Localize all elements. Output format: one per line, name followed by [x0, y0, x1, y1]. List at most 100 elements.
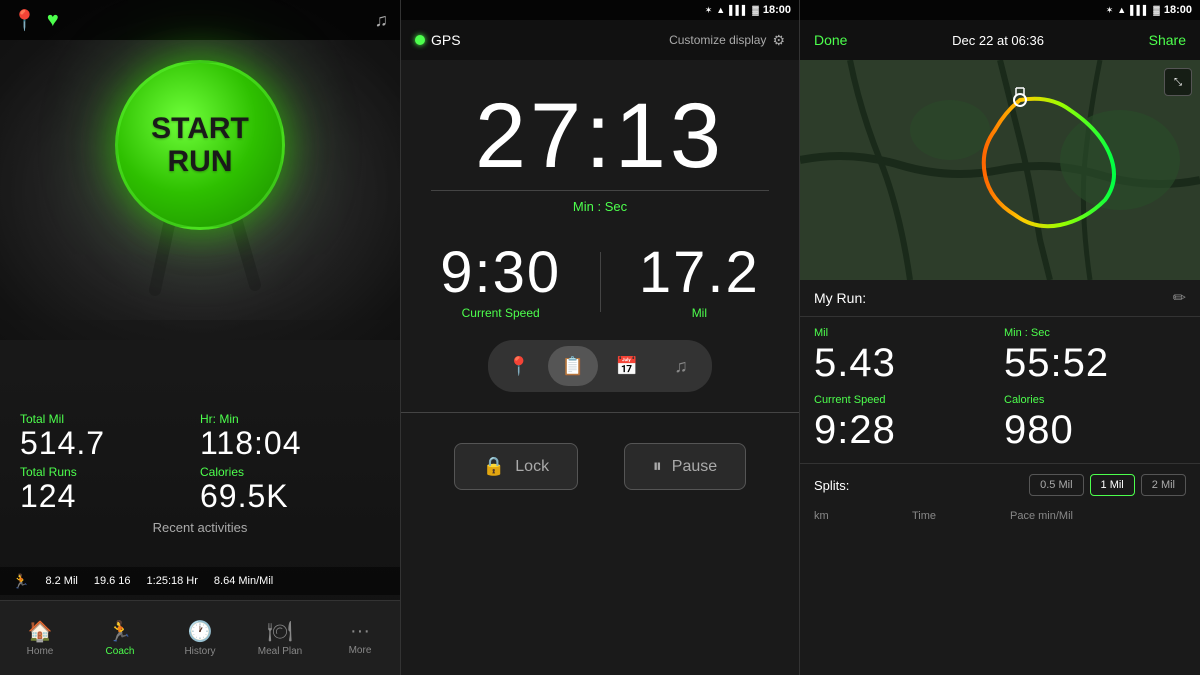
run-calories-value: 980: [1004, 408, 1186, 453]
pause-icon: ⏸: [653, 456, 662, 477]
start-run-label-line1: START: [151, 112, 249, 145]
calories-value: 69.5K: [200, 479, 380, 514]
map-expand-button[interactable]: ⤡: [1164, 68, 1192, 96]
nav-history[interactable]: 🕐 History: [160, 601, 240, 675]
pause-label: Pause: [672, 458, 717, 476]
stats-divider: [600, 252, 601, 312]
nav-coach[interactable]: 🏃 Coach: [80, 601, 160, 675]
total-runs-label: Total Runs: [20, 465, 200, 479]
total-mil-label: Total Mil: [20, 412, 200, 426]
battery-icon-2: ▓: [752, 5, 759, 15]
start-run-label-line2: RUN: [168, 145, 233, 178]
heart-icon[interactable]: ♥: [47, 9, 59, 32]
timer-sublabel: Min : Sec: [411, 199, 789, 214]
meal-icon: 🍽: [267, 619, 292, 644]
nav-history-label: History: [184, 646, 215, 657]
start-run-button[interactable]: START RUN: [115, 60, 285, 230]
customize-display-button[interactable]: Customize display ⚙: [669, 32, 785, 49]
run-map[interactable]: ⤡: [800, 60, 1200, 280]
my-run-section: My Run: ✏: [800, 280, 1200, 317]
hr-min-value: 118:04: [200, 426, 380, 461]
total-runs-item: Total Runs 124: [20, 465, 200, 514]
splits-row: Splits: 0.5 Mil 1 Mil 2 Mil: [800, 464, 1200, 506]
run-calories-label: Calories: [1004, 394, 1186, 406]
splits-col-pace: Pace min/Mil: [1010, 510, 1186, 522]
hr-min-label: Hr: Min: [200, 412, 380, 426]
route-svg: [800, 60, 1200, 280]
bluetooth-icon-3: ✶: [1106, 5, 1114, 16]
my-run-label: My Run:: [814, 290, 1173, 306]
calories-item: Calories 69.5K: [200, 465, 380, 514]
status-bar-3: ✶ ▲ ▌▌▌ ▓ 18:00: [800, 0, 1200, 20]
bottom-nav: 🏠 Home 🏃 Coach 🕐 History 🍽 Meal Plan ···…: [0, 600, 400, 675]
split-options: 0.5 Mil 1 Mil 2 Mil: [1029, 474, 1186, 496]
header-left: 📍 ♥: [12, 8, 59, 33]
split-0.5-button[interactable]: 0.5 Mil: [1029, 474, 1083, 496]
nav-meal-label: Meal Plan: [258, 646, 302, 657]
run-calories-stat: Calories 980: [1004, 394, 1186, 453]
speed-label: Current Speed: [440, 306, 561, 320]
mid-stats: 9:30 Current Speed 17.2 Mil: [401, 244, 799, 320]
panel2-divider: [401, 412, 799, 413]
gear-icon: ⚙: [772, 32, 785, 49]
recent-item-0: 8.2 Mil: [45, 575, 77, 587]
customize-label: Customize display: [669, 33, 766, 47]
location-icon[interactable]: 📍: [12, 8, 37, 33]
run-mil-label: Mil: [814, 327, 996, 339]
edit-icon[interactable]: ✏: [1173, 288, 1186, 308]
recent-activities-label: Recent activities: [20, 520, 380, 535]
wifi-icon-2: ▲: [716, 5, 725, 15]
gps-label: GPS: [431, 32, 461, 48]
more-icon: ···: [350, 620, 370, 643]
splits-col-km: km: [814, 510, 902, 522]
total-mil-item: Total Mil 514.7: [20, 412, 200, 461]
lock-button[interactable]: 🔒 Lock: [454, 443, 578, 490]
distance-value: 17.2: [639, 244, 760, 302]
run-speed-stat: Current Speed 9:28: [814, 394, 996, 453]
nav-home[interactable]: 🏠 Home: [0, 601, 80, 675]
signal-icon-3: ▌▌▌: [1130, 5, 1149, 15]
tab-music[interactable]: ♫: [656, 346, 706, 386]
share-button[interactable]: Share: [1149, 32, 1186, 48]
nav-more[interactable]: ··· More: [320, 601, 400, 675]
history-icon: 🕐: [188, 619, 213, 644]
activity-icon: 🏃: [12, 573, 29, 590]
panel3-header: Done Dec 22 at 06:36 Share: [800, 20, 1200, 60]
done-button[interactable]: Done: [814, 32, 847, 48]
distance-label: Mil: [639, 306, 760, 320]
expand-icon: ⤡: [1174, 77, 1182, 88]
run-speed-value: 9:28: [814, 408, 996, 453]
run-date: Dec 22 at 06:36: [952, 33, 1044, 48]
tab-stats[interactable]: 📋: [548, 346, 598, 386]
run-mil-stat: Mil 5.43: [814, 327, 996, 386]
run-mil-value: 5.43: [814, 341, 996, 386]
nav-meal-plan[interactable]: 🍽 Meal Plan: [240, 601, 320, 675]
status-time-3: 18:00: [1164, 4, 1192, 16]
splits-col-time: Time: [912, 510, 1000, 522]
lock-icon: 🔒: [483, 456, 505, 477]
tab-calendar[interactable]: 📅: [602, 346, 652, 386]
run-stats-grid: Mil 5.43 Min : Sec 55:52 Current Speed 9…: [800, 317, 1200, 464]
speed-stat: 9:30 Current Speed: [440, 244, 561, 320]
panel1-header: 📍 ♥ ♫: [0, 0, 400, 40]
home-icon: 🏠: [28, 619, 53, 644]
bluetooth-icon-2: ✶: [705, 5, 713, 16]
music-icon[interactable]: ♫: [375, 10, 389, 31]
panel2-actions: 🔒 Lock ⏸ Pause: [401, 423, 799, 510]
splits-table-header: km Time Pace min/Mil: [800, 506, 1200, 526]
gps-indicator: GPS: [415, 32, 461, 48]
distance-stat: 17.2 Mil: [639, 244, 760, 320]
big-timer: 27:13 Min : Sec: [401, 60, 799, 244]
stats-row-labels-1: Total Mil 514.7 Hr: Min 118:04: [20, 412, 380, 461]
lock-label: Lock: [515, 458, 549, 476]
split-2-button[interactable]: 2 Mil: [1141, 474, 1186, 496]
splits-label: Splits:: [814, 478, 849, 493]
pause-button[interactable]: ⏸ Pause: [624, 443, 746, 490]
tab-location[interactable]: 📍: [494, 346, 544, 386]
coach-icon: 🏃: [108, 619, 133, 644]
battery-icon-3: ▓: [1153, 5, 1160, 15]
status-time-2: 18:00: [763, 4, 791, 16]
recent-item-2: 1:25:18 Hr: [147, 575, 198, 587]
signal-icon-2: ▌▌▌: [729, 5, 748, 15]
split-1-button[interactable]: 1 Mil: [1090, 474, 1135, 496]
